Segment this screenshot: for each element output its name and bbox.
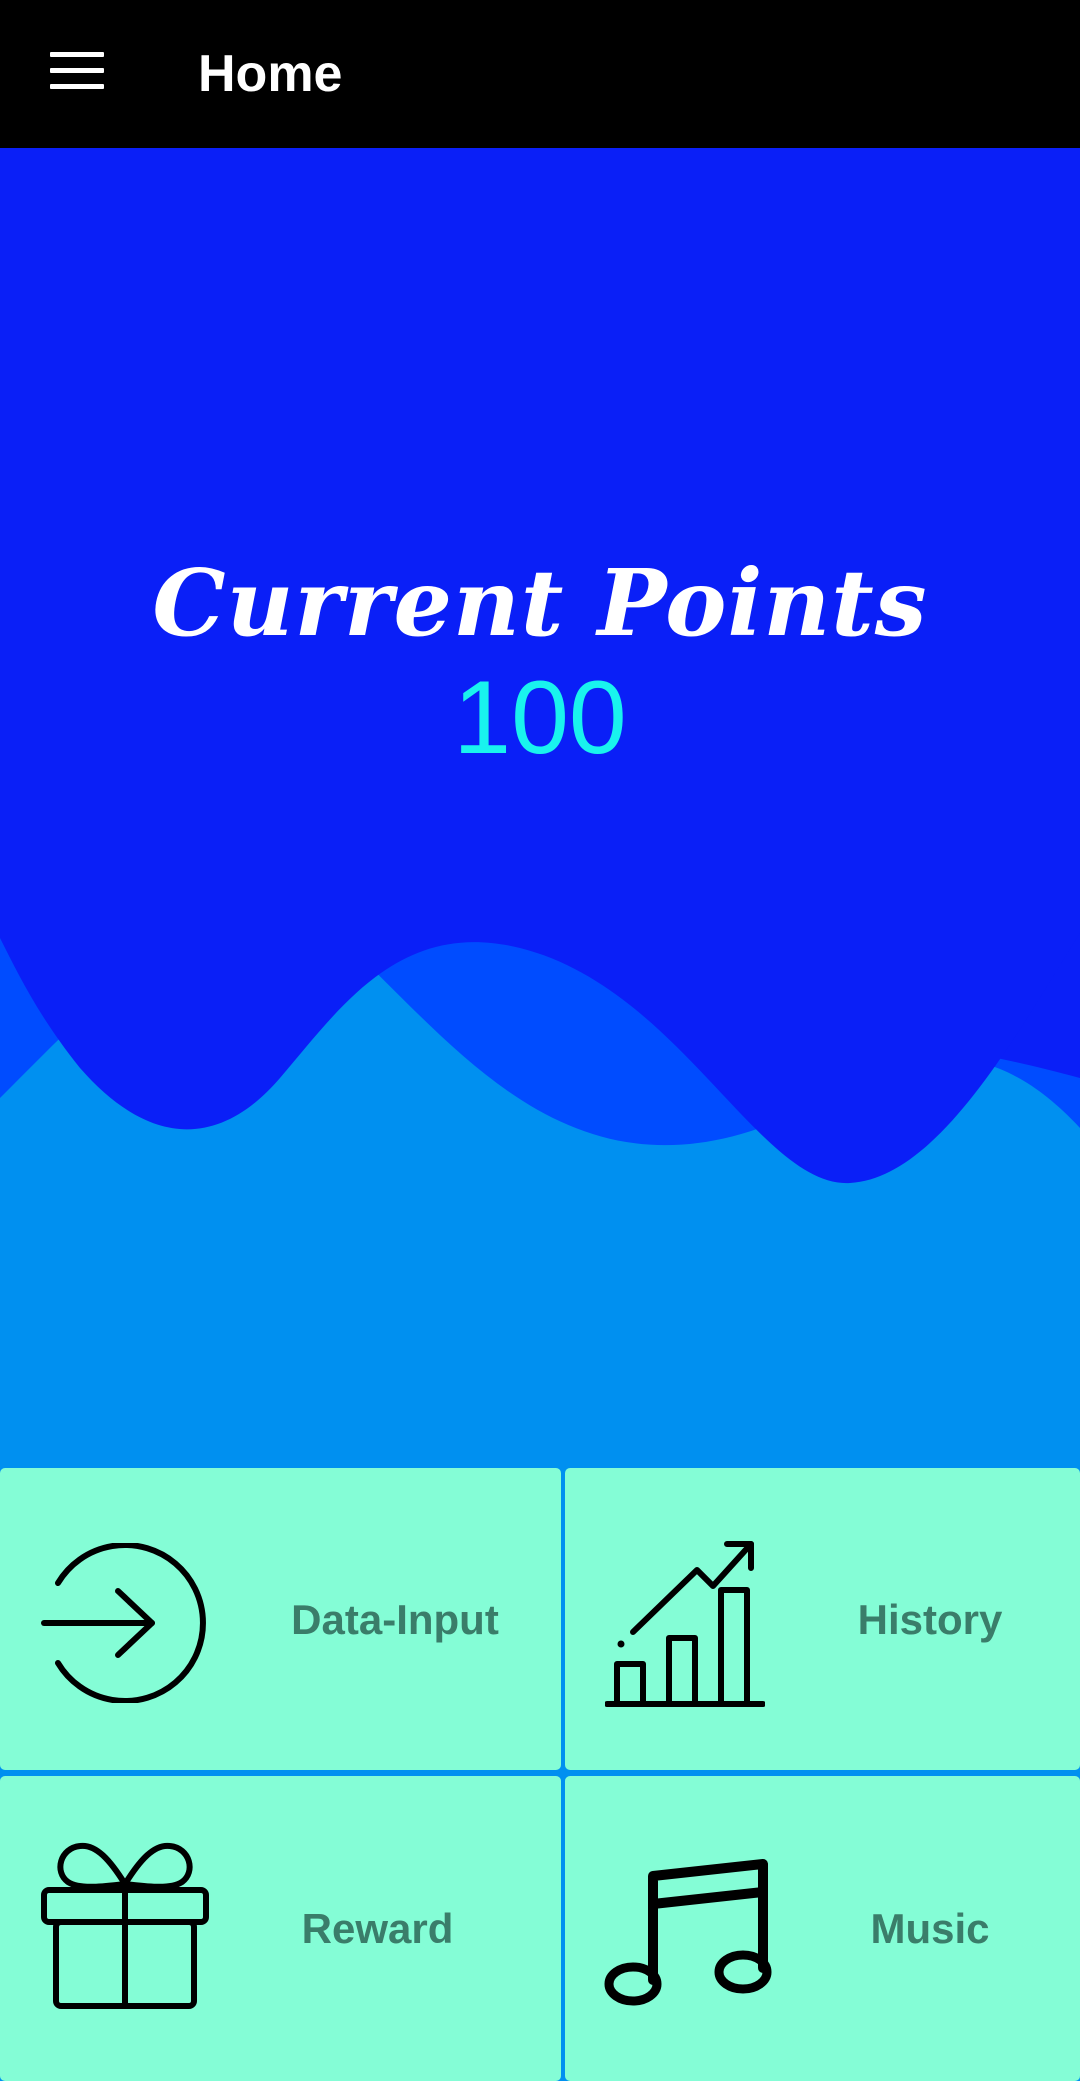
data-input-label: Data-Input [291,1596,499,1643]
reward-button[interactable]: Reward [0,1776,561,2081]
music-note-icon [604,1859,772,2006]
current-points-label: Current Points [152,549,928,657]
music-button[interactable]: Music [565,1776,1080,2081]
data-input-button[interactable]: Data-Input [0,1468,561,1770]
music-label: Music [870,1905,990,1952]
growth-chart-icon [605,1541,765,1707]
wave-background [0,148,1080,1468]
hamburger-menu-icon[interactable] [50,52,104,90]
home-screen: Home Current Points 100 Data-Input Histo… [0,0,1080,2081]
current-points-value: 100 [453,660,627,776]
history-button[interactable]: History [565,1468,1080,1770]
login-arrow-icon [41,1543,206,1703]
points-hero: Current Points 100 [0,148,1080,1468]
gift-icon [41,1842,209,2009]
app-bar: Home [0,0,1080,148]
reward-label: Reward [301,1905,454,1952]
action-grid: Data-Input History Reward Music [0,1468,1080,2081]
history-label: History [857,1596,1003,1643]
page-title: Home [198,45,343,103]
